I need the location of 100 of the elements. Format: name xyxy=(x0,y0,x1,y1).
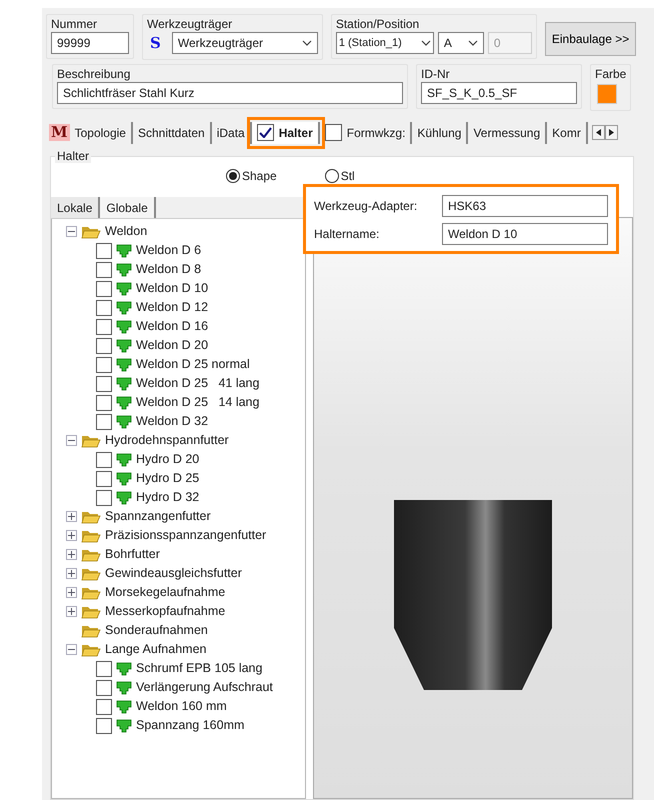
tree-item[interactable]: Weldon D 12 xyxy=(96,298,305,317)
tree-item[interactable]: Weldon D 10 xyxy=(96,279,305,298)
collapse-icon[interactable] xyxy=(66,435,77,446)
folder-icon xyxy=(81,528,101,542)
library-tab[interactable]: Lokale xyxy=(51,197,100,218)
tab[interactable]: Formwkzg: xyxy=(320,122,412,144)
color-swatch[interactable] xyxy=(597,84,617,104)
tree-item[interactable]: Spannzang 160mm xyxy=(96,716,305,735)
station-dropdown[interactable]: 1 (Station_1) xyxy=(336,32,434,54)
tree-checkbox[interactable] xyxy=(96,680,112,696)
collapse-icon[interactable] xyxy=(66,226,77,237)
carrier-dropdown[interactable]: Werkzeugträger xyxy=(172,32,318,54)
field-label: Haltername: xyxy=(314,226,380,242)
expand-icon[interactable] xyxy=(66,606,77,617)
field-label: Beschreibung xyxy=(57,66,132,82)
tree-item[interactable]: Weldon 160 mm xyxy=(96,697,305,716)
tree-item[interactable]: Hydrodehnspannfutter xyxy=(66,431,305,450)
tree-checkbox[interactable] xyxy=(96,376,112,392)
text-field[interactable]: Weldon D 10 xyxy=(442,223,608,245)
holder-icon xyxy=(116,662,132,676)
tree-item[interactable]: Weldon D 6 xyxy=(96,241,305,260)
tree-checkbox[interactable] xyxy=(96,414,112,430)
holder-icon xyxy=(116,282,132,296)
tree-item[interactable]: Hydro D 25 xyxy=(96,469,305,488)
tree-item[interactable]: Weldon D 25 normal xyxy=(96,355,305,374)
dropdown-caret-icon xyxy=(420,40,431,46)
tree-checkbox[interactable] xyxy=(96,262,112,278)
scroll-right-icon[interactable] xyxy=(604,125,618,140)
folder-icon xyxy=(81,604,101,618)
tree-item[interactable]: Weldon D 8 xyxy=(96,260,305,279)
tree-item[interactable]: Weldon xyxy=(66,222,305,241)
tree-item[interactable]: Schrumf EPB 105 lang xyxy=(96,659,305,678)
tree-item[interactable]: Sonderaufnahmen xyxy=(66,621,305,640)
field-label: Werkzeugträger xyxy=(147,17,234,32)
expand-icon[interactable] xyxy=(66,587,77,598)
tree-checkbox[interactable] xyxy=(96,470,112,486)
tab-checkbox[interactable] xyxy=(324,124,342,141)
tree-item[interactable]: Lange Aufnahmen xyxy=(66,640,305,659)
tree-item[interactable]: Weldon D 16 xyxy=(96,317,305,336)
tree-item[interactable]: Weldon D 20 xyxy=(96,336,305,355)
holder-icon xyxy=(116,718,132,732)
tree-item[interactable]: Spannzangenfutter xyxy=(66,507,305,526)
tree-item[interactable]: Gewindeausgleichsfutter xyxy=(66,564,305,583)
folder-icon xyxy=(81,566,101,580)
folder-icon xyxy=(81,224,101,238)
folder-icon xyxy=(81,434,101,448)
tab-checkbox[interactable] xyxy=(256,124,274,141)
tab[interactable]: Komr xyxy=(547,122,588,144)
tree-checkbox[interactable] xyxy=(96,318,112,334)
collapse-icon[interactable] xyxy=(66,644,77,655)
tree-checkbox[interactable] xyxy=(96,660,112,676)
tree-item[interactable]: Messerkopfaufnahme xyxy=(66,602,305,621)
expand-icon[interactable] xyxy=(66,511,77,522)
radio-option[interactable]: Stl xyxy=(324,167,355,185)
tree-checkbox[interactable] xyxy=(96,452,112,468)
holder-icon xyxy=(116,300,132,314)
expand-icon[interactable] xyxy=(66,549,77,560)
tree-checkbox[interactable] xyxy=(96,280,112,296)
holder-icon xyxy=(116,320,132,334)
position-dropdown[interactable]: A xyxy=(438,32,484,54)
tree-item[interactable]: Hydro D 32 xyxy=(96,488,305,507)
tree-item[interactable]: Bohrfutter xyxy=(66,545,305,564)
number-field[interactable]: 99999 xyxy=(51,32,129,54)
tree-checkbox[interactable] xyxy=(96,356,112,372)
m-letter-icon: M xyxy=(49,124,70,141)
group-title: Halter xyxy=(55,149,92,163)
tree-item[interactable]: Hydro D 20 xyxy=(96,450,305,469)
tree-checkbox[interactable] xyxy=(96,242,112,258)
install-position-button[interactable]: Einbaulage >> xyxy=(544,22,636,56)
tree-item[interactable]: Weldon D 25 14 lang xyxy=(96,393,305,412)
scroll-left-icon[interactable] xyxy=(592,125,605,140)
tree-item[interactable]: Weldon D 25 41 lang xyxy=(96,374,305,393)
text-field[interactable]: HSK63 xyxy=(442,195,608,217)
tree-checkbox[interactable] xyxy=(96,338,112,354)
tree-item[interactable]: Weldon D 32 xyxy=(96,412,305,431)
expand-icon[interactable] xyxy=(66,568,77,579)
folder-icon xyxy=(81,624,101,638)
tree-checkbox[interactable] xyxy=(96,394,112,410)
tab[interactable]: Schnittdaten xyxy=(132,122,212,144)
tab[interactable]: Vermessung xyxy=(468,122,548,144)
s-letter-icon: S xyxy=(147,32,164,54)
library-tab[interactable]: Globale xyxy=(100,197,156,218)
tree-checkbox[interactable] xyxy=(96,300,112,316)
description-field[interactable]: Schlichtfräser Stahl Kurz xyxy=(57,82,403,104)
folder-icon xyxy=(81,510,101,524)
tree-checkbox[interactable] xyxy=(96,698,112,714)
dropdown-caret-icon xyxy=(468,40,478,46)
holder-icon xyxy=(116,396,132,410)
tree-item[interactable]: Verlängerung Aufschraut xyxy=(96,678,305,697)
tab[interactable]: Kühlung xyxy=(412,122,468,144)
tree-item[interactable]: Morsekegelaufnahme xyxy=(66,583,305,602)
radio-option[interactable]: Shape xyxy=(226,167,277,185)
holder-icon xyxy=(116,376,132,390)
tree-checkbox[interactable] xyxy=(96,718,112,734)
tree-item[interactable]: Präzisionsspannzangenfutter xyxy=(66,526,305,545)
id-field[interactable]: SF_S_K_0.5_SF xyxy=(421,82,577,104)
tab[interactable]: M Topologie xyxy=(44,122,133,144)
holder-icon xyxy=(116,452,132,466)
expand-icon[interactable] xyxy=(66,530,77,541)
tree-checkbox[interactable] xyxy=(96,490,112,506)
